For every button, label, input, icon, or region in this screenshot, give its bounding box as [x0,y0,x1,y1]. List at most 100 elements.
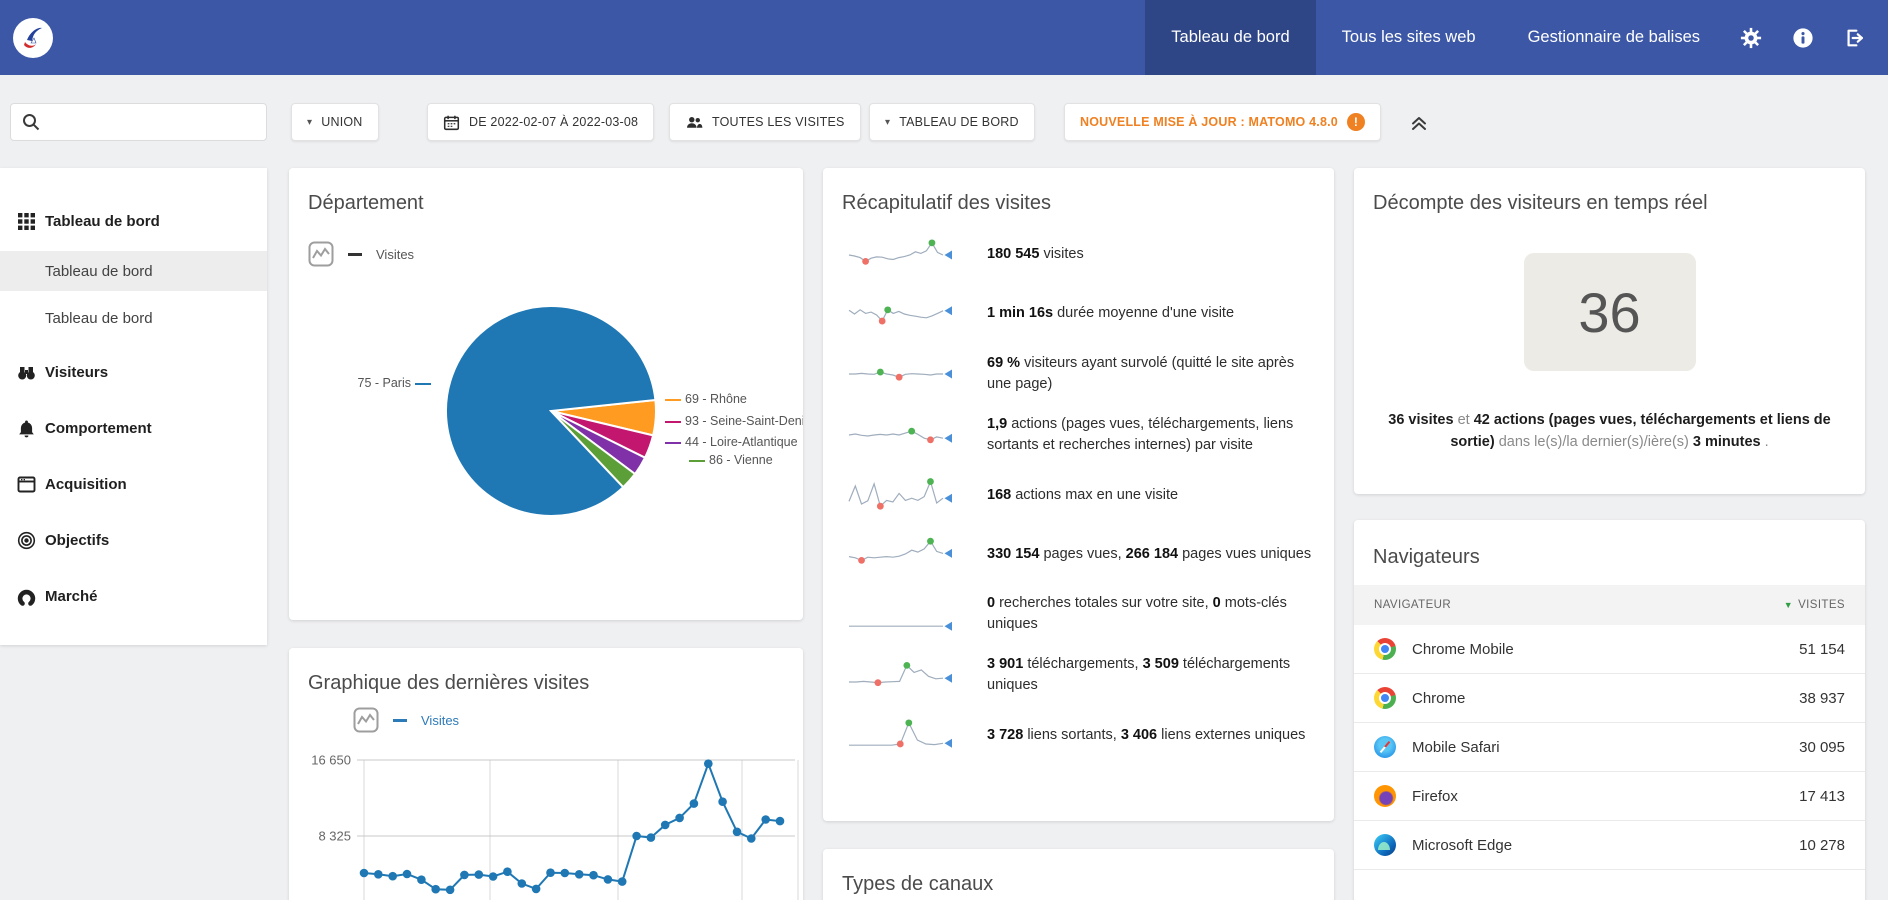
line-chart-point[interactable] [646,833,656,842]
export-image-icon[interactable] [308,241,334,267]
line-chart-point[interactable] [531,884,541,894]
stat-row-2: 69 % visiteurs ayant survolé (quitté le … [845,353,1312,395]
stat-text: 180 545 visites [987,246,1084,263]
line-chart-point[interactable] [617,877,627,886]
info-icon[interactable] [1792,27,1814,49]
search-input[interactable] [41,104,266,140]
browser-name: Firefox [1412,787,1458,805]
column-navigateur[interactable]: NAVIGATEUR [1374,599,1451,611]
chrome-browser-icon [1374,687,1396,709]
search-box [10,103,267,141]
sparkline-chart[interactable] [845,655,955,695]
browser-row-microsoft-edge[interactable]: Microsoft Edge 10 278 [1354,821,1865,870]
line-chart-point[interactable] [359,868,369,878]
nav-tab-tous-les-sites-web[interactable]: Tous les sites web [1316,0,1502,75]
visits-line-chart[interactable]: 16 650 8 325 [289,748,803,900]
line-chart-point[interactable] [445,885,455,895]
sparkline-chart[interactable] [845,475,955,515]
line-chart-point[interactable] [560,868,570,878]
browser-row-chrome-mobile[interactable]: Chrome Mobile 51 154 [1354,625,1865,674]
safari-browser-icon [1374,736,1396,758]
line-chart-point[interactable] [417,875,426,884]
sparkline-chart[interactable] [845,235,955,275]
stat-text: 1 min 16s durée moyenne d'une visite [987,305,1235,322]
line-chart-point[interactable] [589,870,598,880]
sparkline-chart[interactable] [845,354,955,394]
sidebar-item-marche[interactable]: Marché [0,574,267,618]
site-logo[interactable] [12,17,54,59]
line-chart-point[interactable] [718,797,727,806]
browser-visits: 38 937 [1799,689,1845,707]
line-chart-point[interactable] [431,884,440,894]
sidebar-item-tableau-de-bord[interactable]: Tableau de bord [0,199,267,243]
sparkline-chart[interactable] [845,534,955,574]
line-chart-point[interactable] [574,870,584,879]
export-image-icon[interactable] [353,707,379,733]
dashboard-selector-label: TABLEAU DE BORD [899,115,1019,129]
dashboard-toolbar: ▾ UNION DE 2022-02-07 À 2022-03-08 TOUTE… [0,75,1888,168]
line-chart-point[interactable] [388,871,397,881]
sidebar-item-tableau-de-bord-sub2[interactable]: Tableau de bord [0,298,267,338]
chart-legend: Visites [308,241,803,267]
line-chart-point[interactable] [675,813,684,823]
browser-row-chrome[interactable]: Chrome 38 937 [1354,674,1865,723]
sidebar-item-comportement[interactable]: Comportement [0,406,267,450]
line-chart-point[interactable] [474,870,484,879]
settings-gear-icon[interactable] [1740,27,1762,49]
sparkline-chart[interactable] [845,715,955,755]
sidebar-item-objectifs[interactable]: Objectifs [0,518,267,562]
pie-label-93-seine-saint-denis: 93 - Seine-Saint-Denis [661,414,803,428]
stat-text: 0 recherches totales sur votre site, 0 m… [987,595,1287,633]
line-chart-point[interactable] [402,869,412,879]
sparkline-chart[interactable] [845,594,955,634]
search-icon [23,114,40,131]
line-chart-point[interactable] [689,799,699,808]
line-chart-point[interactable] [546,868,555,877]
widget-title: Département [308,192,424,214]
column-visites[interactable]: ▼ VISITES [1784,599,1845,611]
dashboard-selector-button[interactable]: ▾ TABLEAU DE BORD [869,103,1035,141]
sidebar-item-tableau-de-bord-sub1[interactable]: Tableau de bord [0,251,267,291]
stat-row-7: 3 901 téléchargements, 3 509 téléchargem… [845,654,1312,696]
label-connector [415,382,431,385]
line-chart-point[interactable] [632,831,641,841]
segment-selector-button[interactable]: TOUTES LES VISITES [669,103,861,141]
sidebar-item-visiteurs[interactable]: Visiteurs [0,350,267,394]
legend-label[interactable]: Visites [421,713,459,728]
line-chart-point[interactable] [374,870,383,879]
sparkline-chart[interactable] [845,415,955,455]
logout-icon[interactable] [1844,27,1866,49]
nav-tab-gestionnaire-de-balises[interactable]: Gestionnaire de balises [1502,0,1726,75]
browser-name: Chrome [1412,689,1466,707]
sparkline-chart[interactable] [845,294,955,334]
sidebar-item-label: Tableau de bord [45,309,153,327]
sidebar-item-label: Comportement [45,419,152,437]
line-chart-point[interactable] [460,870,469,880]
nav-tab-tableau-de-bord[interactable]: Tableau de bord [1145,0,1316,75]
realtime-visitor-count: 36 [1578,280,1641,344]
update-notice-button[interactable]: NOUVELLE MISE À JOUR : MATOMO 4.8.0 ! [1064,103,1381,141]
widget-title: Types de canaux [842,873,994,895]
date-range-button[interactable]: DE 2022-02-07 À 2022-03-08 [427,103,655,141]
pie-label-75-paris: 75 - Paris [358,376,436,390]
pie-label-44-loire-atlantique: 44 - Loire-Atlantique [661,435,798,449]
collapse-toolbar-icon[interactable] [1408,111,1430,133]
browser-name: Mobile Safari [1412,738,1500,756]
line-chart-point[interactable] [660,820,670,830]
browser-row-firefox[interactable]: Firefox 17 413 [1354,772,1865,821]
line-chart-point[interactable] [503,867,512,876]
line-chart-point[interactable] [704,759,713,768]
legend-label[interactable]: Visites [376,247,414,262]
warning-icon: ! [1346,113,1365,131]
sidebar-item-acquisition[interactable]: Acquisition [0,462,267,506]
line-chart-point[interactable] [603,875,613,884]
browser-row-mobile-safari[interactable]: Mobile Safari 30 095 [1354,723,1865,772]
line-chart-point[interactable] [761,815,770,824]
line-chart-point[interactable] [517,879,527,888]
line-chart-point[interactable] [488,872,498,881]
date-range-label: DE 2022-02-07 À 2022-03-08 [469,115,639,129]
line-chart-point[interactable] [747,834,756,843]
line-chart-point[interactable] [732,827,742,837]
line-chart-point[interactable] [775,816,785,826]
site-selector-button[interactable]: ▾ UNION [291,103,379,141]
